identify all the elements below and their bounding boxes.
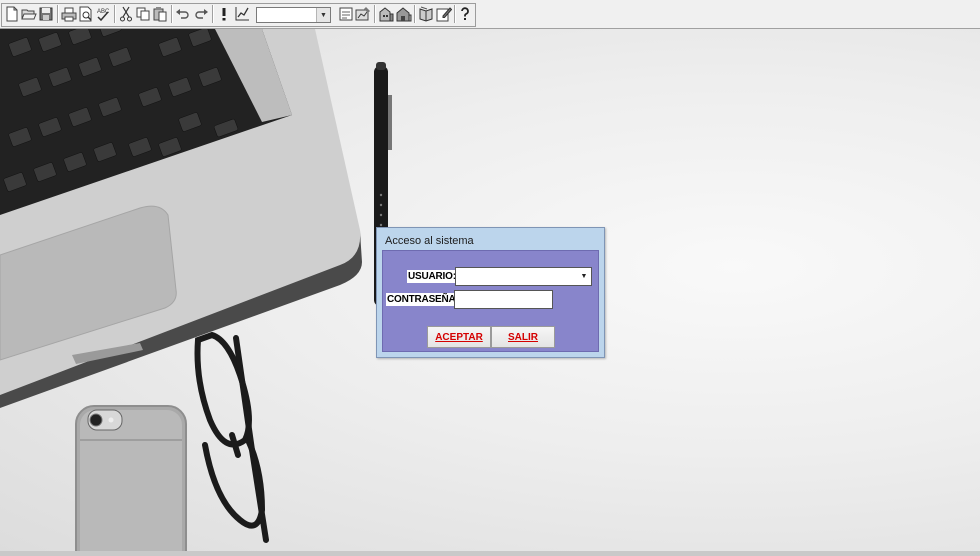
open-icon[interactable] (20, 5, 38, 23)
user-select[interactable]: ▼ (455, 267, 592, 286)
toolbar-separator (57, 5, 59, 23)
toolbar-separator (212, 5, 214, 23)
cut-icon[interactable] (117, 5, 135, 23)
building-alt-icon[interactable] (395, 5, 413, 23)
report-icon[interactable] (337, 5, 355, 23)
password-label: CONTRASEÑA: (386, 293, 460, 306)
edit-icon[interactable] (435, 5, 453, 23)
toolbar-separator (374, 5, 376, 23)
undo-icon[interactable] (174, 5, 192, 23)
print-icon[interactable] (60, 5, 78, 23)
redo-icon[interactable] (192, 5, 210, 23)
chart-icon[interactable] (233, 5, 251, 23)
print-preview-icon[interactable] (77, 5, 95, 23)
book-icon[interactable] (417, 5, 435, 23)
toolbar-separator (114, 5, 116, 23)
building-icon[interactable] (377, 5, 395, 23)
paste-icon[interactable] (151, 5, 169, 23)
toolbar-combo[interactable]: ▼ (256, 7, 331, 23)
laptop-image (0, 29, 362, 408)
exit-button[interactable]: SALIR (491, 326, 555, 348)
toolbar-separator (171, 5, 173, 23)
login-dialog: Acceso al sistema USUARIO: ▼ CONTRASEÑA:… (376, 227, 605, 358)
spell-check-icon[interactable]: ABC (94, 5, 112, 23)
help-icon[interactable] (456, 5, 474, 23)
chevron-down-icon[interactable]: ▼ (578, 269, 590, 284)
copy-icon[interactable] (134, 5, 152, 23)
password-field[interactable] (454, 290, 553, 309)
dialog-body: USUARIO: ▼ CONTRASEÑA: ACEPTAR SALIR (382, 250, 599, 352)
new-icon[interactable] (3, 5, 21, 23)
chart-edit-icon[interactable] (354, 5, 372, 23)
svg-text:ABC: ABC (97, 9, 110, 15)
chevron-down-icon[interactable]: ▼ (316, 8, 330, 22)
dialog-title: Acceso al sistema (385, 235, 474, 247)
toolbar-separator (414, 5, 416, 23)
toolbar: ABC ▼ (0, 0, 980, 29)
user-label: USUARIO: (407, 270, 457, 283)
phone-image (75, 405, 187, 556)
exclamation-icon[interactable] (215, 5, 233, 23)
accept-button[interactable]: ACEPTAR (427, 326, 491, 348)
save-icon[interactable] (37, 5, 55, 23)
glasses-image (194, 331, 269, 543)
